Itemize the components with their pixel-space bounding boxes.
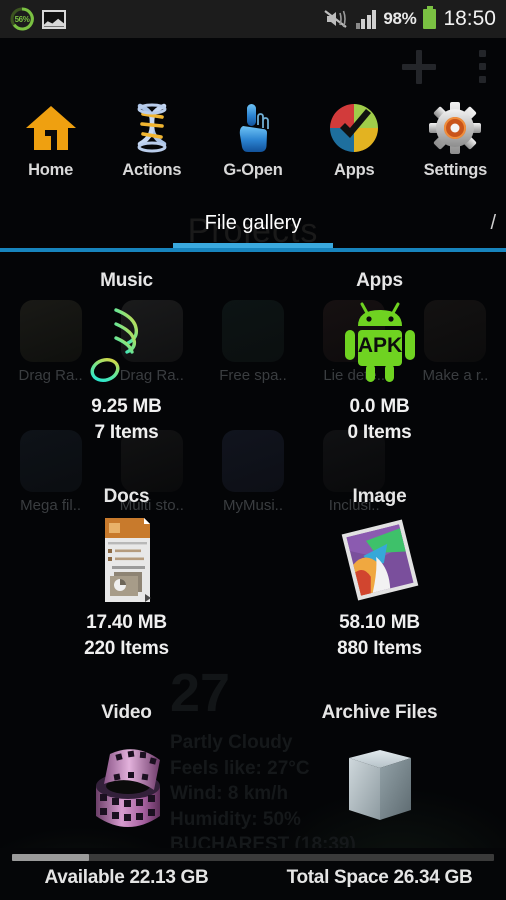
- action-bar: [0, 38, 506, 98]
- photo-icon: [325, 512, 435, 608]
- storage-bar: Available 22.13 GB Total Space 26.34 GB: [0, 848, 506, 900]
- nav-item-apps[interactable]: Apps: [304, 98, 405, 200]
- top-navigation-bar: Home Actions G-Open Apps Settings: [0, 98, 506, 200]
- category-title: Docs: [103, 486, 150, 507]
- tab-root-path[interactable]: /: [490, 212, 496, 235]
- pointing-hand-icon: [225, 100, 281, 156]
- film-reel-icon: [72, 728, 182, 848]
- battery-ring-label: 56%: [14, 14, 30, 24]
- category-size: 0.0 MB: [349, 396, 410, 417]
- battery-percent-label: 98%: [383, 9, 417, 28]
- nav-item-settings[interactable]: Settings: [405, 98, 506, 200]
- category-items: 220 Items: [84, 638, 169, 659]
- signal-bars-icon: [355, 9, 377, 29]
- battery-percent-ring-icon: 56%: [10, 7, 34, 31]
- svg-text:APK: APK: [357, 334, 401, 357]
- tab-bar: Projects File gallery /: [0, 204, 506, 252]
- nav-label: Actions: [122, 161, 182, 179]
- category-items: 880 Items: [337, 638, 422, 659]
- category-docs[interactable]: Docs 17.40 MB 220 Items: [0, 468, 253, 684]
- picture-icon: [42, 9, 66, 29]
- file-category-grid: Music 9.25 MB 7 Items Apps APK 0.0 MB 0 …: [0, 252, 506, 852]
- category-size: 9.25 MB: [91, 396, 162, 417]
- category-title: Image: [352, 486, 407, 507]
- nav-item-home[interactable]: Home: [0, 98, 101, 200]
- category-title: Apps: [356, 270, 403, 291]
- nav-item-actions[interactable]: Actions: [101, 98, 202, 200]
- category-items: 0 Items: [347, 422, 412, 443]
- storage-progress-fill: [12, 854, 90, 861]
- category-image[interactable]: Image 58.10 MB 880 Items: [253, 468, 506, 684]
- category-title: Video: [101, 702, 152, 723]
- status-bar: 56% 98% 18:50: [0, 0, 506, 38]
- category-title: Archive Files: [321, 702, 438, 723]
- tab-baseline: [0, 248, 506, 252]
- status-bar-right: 98% 18:50: [323, 6, 506, 31]
- music-note-icon: [72, 296, 182, 392]
- apps-pie-check-icon: [326, 100, 382, 156]
- android-apk-icon: APK: [325, 296, 435, 392]
- storage-labels: Available 22.13 GB Total Space 26.34 GB: [0, 867, 506, 889]
- category-music[interactable]: Music 9.25 MB 7 Items: [0, 252, 253, 468]
- category-apps[interactable]: Apps APK 0.0 MB 0 Items: [253, 252, 506, 468]
- nav-label: Apps: [333, 161, 375, 179]
- box-cube-icon: [325, 728, 435, 848]
- document-icon: [72, 512, 182, 608]
- total-space-label: Total Space 26.34 GB: [286, 867, 473, 888]
- home-icon: [23, 100, 79, 156]
- storage-progress-track: [12, 854, 494, 861]
- battery-icon: [423, 6, 437, 29]
- overflow-menu-icon[interactable]: [479, 50, 486, 84]
- dna-helix-icon: [124, 100, 180, 156]
- gear-icon: [427, 100, 483, 156]
- status-bar-clock: 18:50: [443, 7, 496, 30]
- category-items: 7 Items: [94, 422, 159, 443]
- phone-screen: Drag Ra.. Drag Ra.. Free spa.. Lie dete.…: [0, 0, 506, 900]
- vibrate-mute-icon: [323, 8, 349, 30]
- nav-label: Settings: [423, 161, 488, 179]
- available-space-label: Available 22.13 GB: [44, 867, 209, 888]
- status-bar-left: 56%: [0, 7, 66, 31]
- nav-item-g-open[interactable]: G-Open: [202, 98, 303, 200]
- category-size: 17.40 MB: [86, 612, 167, 633]
- plus-icon[interactable]: [402, 50, 436, 84]
- category-title: Music: [100, 270, 153, 291]
- nav-label: G-Open: [223, 161, 283, 179]
- nav-label: Home: [28, 161, 74, 179]
- category-size: 58.10 MB: [339, 612, 420, 633]
- tab-file-gallery[interactable]: File gallery: [0, 212, 506, 235]
